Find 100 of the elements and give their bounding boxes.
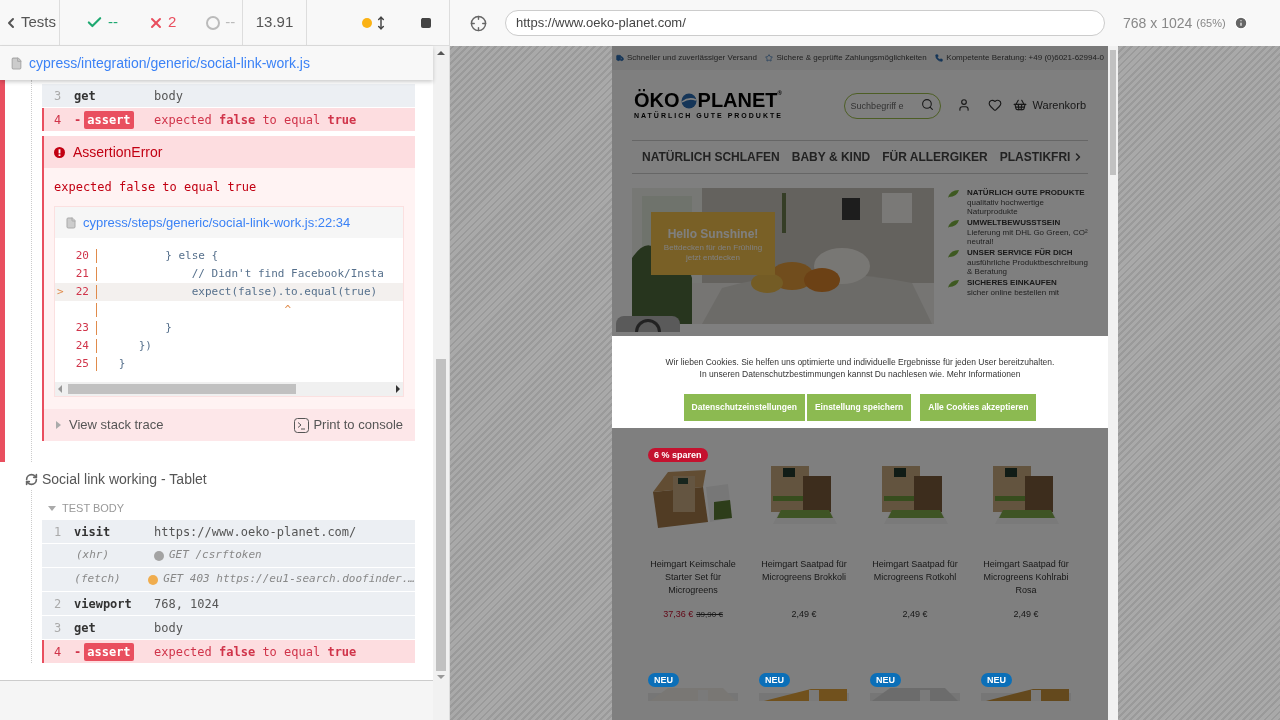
usp-text: Schneller und zuverlässiger Versand [627,52,757,64]
nav-link[interactable]: BABY & KIND [791,148,871,166]
product-badge: NEU [648,672,679,687]
viewport-size: 768 x 1024 [1123,13,1193,33]
pending-count: -- [225,12,236,33]
command-row[interactable]: 3 get body [42,616,415,639]
horizontal-scrollbar[interactable] [55,382,403,396]
print-to-console-button[interactable]: Print to console [294,415,403,435]
cookie-button[interactable]: Einstellung speichern [806,394,912,421]
heart-icon[interactable] [987,98,1002,112]
product-badge: NEU [870,672,901,687]
product-badge: 6 % sparen [648,448,708,462]
leaf-icon [948,220,959,228]
nav-link[interactable]: PLASTIKFRI [999,148,1071,166]
account-icon[interactable] [956,98,971,112]
product-price: 2,49 € [791,608,817,621]
feature-text: Lieferung mit DHL Go Green, CO² neutral! [967,228,1088,246]
nav-link[interactable]: FÜR ALLERGIKER [882,148,988,166]
command-row[interactable]: 1 visit https://www.oeko-planet.com/ [42,520,415,543]
product-price: 37,36 € [663,608,694,621]
passed-count: -- [108,12,118,33]
cookie-button[interactable]: Alle Cookies akzeptieren [920,394,1037,421]
code-line: expect(false).to.equal(true) [190,283,378,300]
view-stack-trace-button[interactable]: View stack trace [56,415,164,435]
search-field[interactable]: Suchbegriff e [843,93,941,119]
zoom-level: (65%) [1196,15,1226,31]
leaf-icon [948,250,959,258]
product-name[interactable]: Heimgart Saatpad für Microgreens Brokkoli [759,558,849,608]
command-message: GET 403 https://eu1-search.doofinder.… [163,571,415,588]
command-row[interactable]: 4 - assert expected false to equal true [42,108,415,131]
cookie-button[interactable]: Datenschutzeinstellungen [683,394,805,421]
nav-link[interactable]: NATÜRLICH SCHLAFEN [642,148,780,166]
command-number: 3 [53,87,63,105]
feature-text: ausführliche Produktbeschreibung & Beratung [967,258,1088,276]
usp-text: Kompetente Beratung: +49 (0)6021-62994-0 [946,52,1104,64]
feature-title: UMWELTBEWUSSTSEIN [967,218,1062,228]
product-price: 2,49 € [1013,608,1039,621]
usp-text: Sichere & geprüfte Zahlungsmöglichkeiten [776,52,927,64]
duration: 13.91 [255,12,294,33]
test-body-toggle[interactable]: TEST BODY [42,496,125,520]
command-message: expected false to equal true [154,643,357,661]
command-name: viewport [74,595,132,613]
search-icon[interactable] [920,98,934,111]
stop-icon[interactable] [420,16,432,29]
cart-button[interactable]: Warenkorb [1012,96,1086,114]
test-title[interactable]: Social link working - Tablet [42,468,207,490]
product-badge: NEU [981,672,1012,687]
basket-icon [1012,98,1027,112]
command-message: expected false to equal true [154,111,357,129]
command-row[interactable]: 2 viewport 768, 1024 [42,592,415,615]
leaf-icon [948,280,959,288]
command-number: 1 [53,523,63,541]
feature-title: NATÜRLICH GUTE PRODUKTE [967,188,1086,198]
feature-title: SICHERES EINKAUFEN [967,278,1058,288]
product-name[interactable]: Heimgart Saatpad für Microgreens Kohlrabi Rosa [981,558,1071,608]
command-prefix: - [74,111,82,129]
command-name: get [74,87,96,105]
command-row[interactable]: 4 - assert expected false to equal true [42,640,415,663]
cookie-text: Wir lieben Cookies. Sie helfen uns optimierte und individuelle Ergebnisse für jeden User bereitzuhalten. [665,356,1055,368]
hero-title: Hello Sunshine! [667,225,759,243]
file-icon [65,216,77,229]
command-name: assert [84,642,134,661]
code-line: } else { [164,247,219,264]
selector-icon[interactable] [470,14,487,32]
info-icon[interactable] [1233,16,1248,30]
command-number: 3 [53,619,63,637]
line-number: 25 [75,356,89,370]
command-row[interactable]: 3 get body [42,84,415,107]
command-name: (fetch) [74,571,122,588]
command-name: get [74,619,96,637]
product-name[interactable]: Heimgart Keimschale Starter Set für Microgreens [648,558,738,608]
line-number: 20 [75,248,89,262]
line-number: 23 [75,320,89,334]
command-name: (xhr) [76,547,111,564]
file-icon [10,56,23,70]
url-field[interactable]: https://www.oeko-planet.com/ [505,10,1105,36]
truck-icon [616,54,624,62]
error-title: AssertionError [73,142,163,162]
command-name: assert [84,110,134,129]
command-row[interactable]: (xhr) GET /csrftoken [42,544,415,567]
status-indicator-icon [362,17,372,28]
cookie-text: In unseren Datenschutzbestimmungen kannst Du nachlesen wie. Mehr Informationen [699,368,1021,380]
star-icon [765,54,774,62]
line-number: 21 [75,266,89,280]
command-row[interactable]: (fetch) GET 403 https://eu1-search.doofinder.… [42,568,415,591]
error-message: expected false to equal true [54,179,258,196]
line-number: 24 [75,338,89,352]
tests-back-button[interactable]: Tests [0,0,60,45]
product-badge: NEU [759,672,790,687]
command-message: GET /csrftoken [169,547,262,564]
pending-icon [206,15,221,30]
feature-text: qualitativ hochwertige Naturprodukte [967,198,1045,216]
code-line: } [164,319,172,336]
command-number: 2 [53,595,63,613]
vertical-scrollbar[interactable] [433,46,449,720]
command-number: 4 [53,111,63,129]
product-name[interactable]: Heimgart Saatpad für Microgreens Rotkohl [870,558,960,608]
page-scrollbar[interactable] [1108,46,1118,720]
command-message: body [154,87,183,105]
old-price: 39,90 € [696,609,723,621]
